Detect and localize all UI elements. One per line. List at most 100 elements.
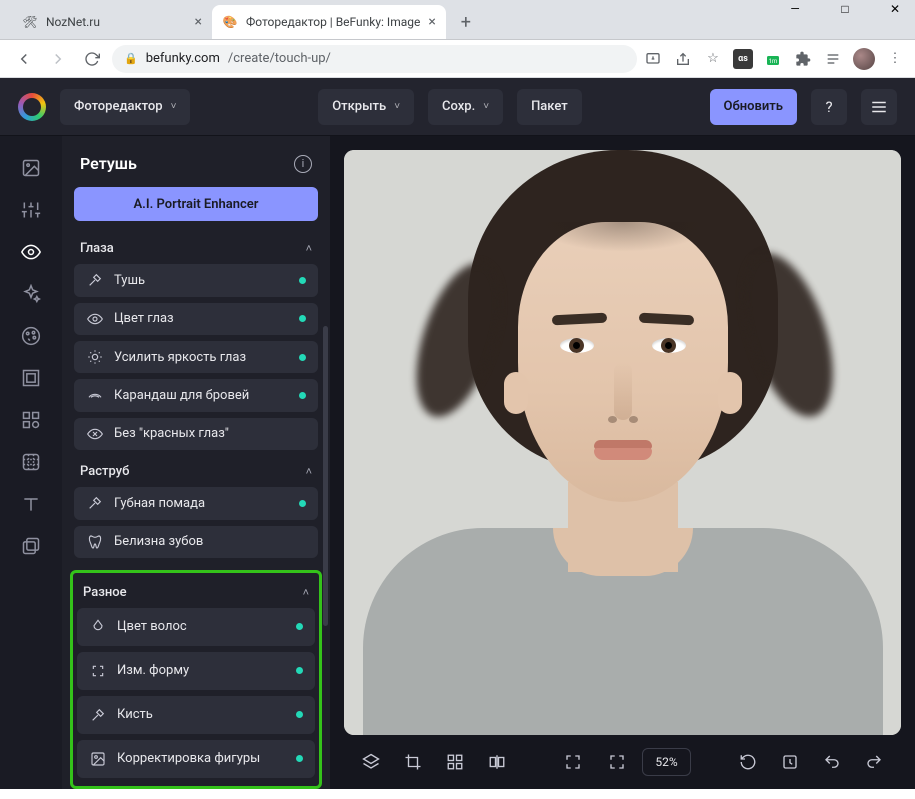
befunky-logo-icon[interactable] — [18, 93, 46, 121]
extensions-icon[interactable] — [793, 49, 813, 69]
open-label: Открыть — [332, 99, 386, 114]
reload-button[interactable] — [78, 45, 106, 73]
tool-eye-brighten[interactable]: Усилить яркость глаз — [74, 341, 318, 373]
editor-dropdown[interactable]: Фоторедактор ˅ — [60, 89, 190, 125]
portrait-image — [344, 150, 901, 735]
maximize-button[interactable]: □ — [833, 2, 857, 16]
tab-title: NozNet.ru — [46, 15, 187, 29]
eyebrow-icon — [86, 388, 104, 404]
tool-hair-color[interactable]: Цвет волос — [77, 608, 315, 646]
premium-dot-icon — [296, 711, 303, 718]
crop-icon[interactable] — [394, 744, 432, 780]
rail-layers-icon[interactable] — [13, 528, 49, 564]
share-icon[interactable] — [673, 49, 693, 69]
tab-close-icon[interactable]: × — [428, 14, 435, 30]
upgrade-button[interactable]: Обновить — [710, 89, 797, 125]
rail-artsy-icon[interactable] — [13, 318, 49, 354]
tool-reshape[interactable]: Изм. форму — [77, 652, 315, 690]
rail-graphics-icon[interactable] — [13, 402, 49, 438]
url-field[interactable]: 🔒 befunky.com/create/touch-up/ — [112, 45, 637, 73]
save-dropdown[interactable]: Сохр. ˅ — [428, 89, 503, 125]
chevron-up-icon: ˄ — [306, 465, 312, 478]
open-dropdown[interactable]: Открыть ˅ — [318, 89, 414, 125]
tab-close-icon[interactable]: × — [195, 14, 202, 30]
install-icon[interactable] — [643, 49, 663, 69]
tool-label: Корректировка фигуры — [117, 751, 260, 766]
tool-label: Карандаш для бровей — [114, 388, 249, 403]
compare-icon[interactable] — [478, 744, 516, 780]
reset-icon[interactable] — [729, 744, 767, 780]
canvas[interactable] — [344, 150, 901, 735]
window-controls: — □ ✕ — [783, 2, 907, 16]
redeye-icon — [86, 426, 104, 442]
group-misc-header[interactable]: Разное ˄ — [77, 577, 315, 608]
chevron-up-icon: ˄ — [303, 586, 309, 599]
chevron-up-icon: ˄ — [306, 242, 312, 255]
undo-icon[interactable] — [813, 744, 851, 780]
tool-eyebrow-pencil[interactable]: Карандаш для бровей — [74, 379, 318, 411]
premium-dot-icon — [296, 755, 303, 762]
reshape-icon — [89, 663, 107, 679]
favicon-icon: 🎨 — [222, 14, 238, 30]
profile-avatar[interactable] — [853, 48, 875, 70]
address-bar: 🔒 befunky.com/create/touch-up/ ☆ αs 1m ⋮ — [0, 40, 915, 78]
hamburger-button[interactable] — [861, 89, 897, 125]
back-button[interactable] — [10, 45, 38, 73]
layers-icon[interactable] — [352, 744, 390, 780]
upgrade-label: Обновить — [724, 99, 783, 114]
rail-image-icon[interactable] — [13, 150, 49, 186]
url-host: befunky.com — [146, 51, 220, 66]
lock-icon: 🔒 — [124, 52, 138, 65]
rail-frames-icon[interactable] — [13, 360, 49, 396]
tool-body-shape[interactable]: Корректировка фигуры — [77, 740, 315, 778]
tool-mascara[interactable]: Тушь — [74, 264, 318, 296]
sidebar-scrollbar[interactable] — [323, 326, 328, 626]
ai-portrait-button[interactable]: A.I. Portrait Enhancer — [74, 187, 318, 221]
group-eyes-header[interactable]: Глаза ˄ — [74, 233, 318, 264]
tool-label: Белизна зубов — [114, 534, 203, 549]
group-mouth-header[interactable]: Раструб ˄ — [74, 456, 318, 487]
tool-lipstick[interactable]: Губная помада — [74, 487, 318, 519]
close-window-button[interactable]: ✕ — [883, 2, 907, 16]
tool-teeth-whiten[interactable]: Белизна зубов — [74, 526, 318, 558]
rail-touchup-icon[interactable] — [13, 234, 49, 270]
redo-icon[interactable] — [855, 744, 893, 780]
bottom-bar: 52% — [344, 735, 901, 789]
grid-icon[interactable] — [436, 744, 474, 780]
menu-icon[interactable]: ⋮ — [885, 49, 905, 69]
browser-tab-befunky[interactable]: 🎨 Фоторедактор | BeFunky: Image × — [212, 5, 446, 39]
extension-icon[interactable]: αs — [733, 49, 753, 69]
tool-brush[interactable]: Кисть — [77, 696, 315, 734]
brighten-icon — [86, 349, 104, 365]
zoom-level[interactable]: 52% — [642, 748, 690, 776]
url-path: /create/touch-up/ — [228, 51, 331, 66]
batch-label: Пакет — [531, 99, 568, 114]
batch-button[interactable]: Пакет — [517, 89, 582, 125]
tool-eye-color[interactable]: Цвет глаз — [74, 303, 318, 335]
rail-effects-icon[interactable] — [13, 276, 49, 312]
browser-tab-noznet[interactable]: 🛠 NozNet.ru × — [12, 5, 212, 39]
tool-label: Тушь — [114, 273, 145, 288]
rail-textures-icon[interactable] — [13, 444, 49, 480]
tool-rail — [0, 136, 62, 789]
premium-dot-icon — [299, 392, 306, 399]
fit-icon[interactable] — [598, 744, 636, 780]
help-button[interactable]: ? — [811, 89, 847, 125]
history-icon[interactable] — [771, 744, 809, 780]
tooth-icon — [86, 534, 104, 550]
reading-list-icon[interactable] — [823, 49, 843, 69]
extension-icon[interactable]: 1m — [763, 49, 783, 69]
svg-text:1m: 1m — [769, 57, 778, 64]
star-icon[interactable]: ☆ — [703, 49, 723, 69]
fullscreen-icon[interactable] — [554, 744, 592, 780]
forward-button[interactable] — [44, 45, 72, 73]
minimize-button[interactable]: — — [783, 2, 807, 16]
group-label: Разное — [83, 585, 127, 600]
rail-sliders-icon[interactable] — [13, 192, 49, 228]
rail-text-icon[interactable] — [13, 486, 49, 522]
sidebar-title: Ретушь — [80, 154, 137, 173]
tool-red-eye[interactable]: Без "красных глаз" — [74, 418, 318, 450]
info-icon[interactable]: i — [294, 155, 312, 173]
browser-tab-bar: 🛠 NozNet.ru × 🎨 Фоторедактор | BeFunky: … — [0, 0, 915, 40]
new-tab-button[interactable]: + — [452, 8, 480, 36]
